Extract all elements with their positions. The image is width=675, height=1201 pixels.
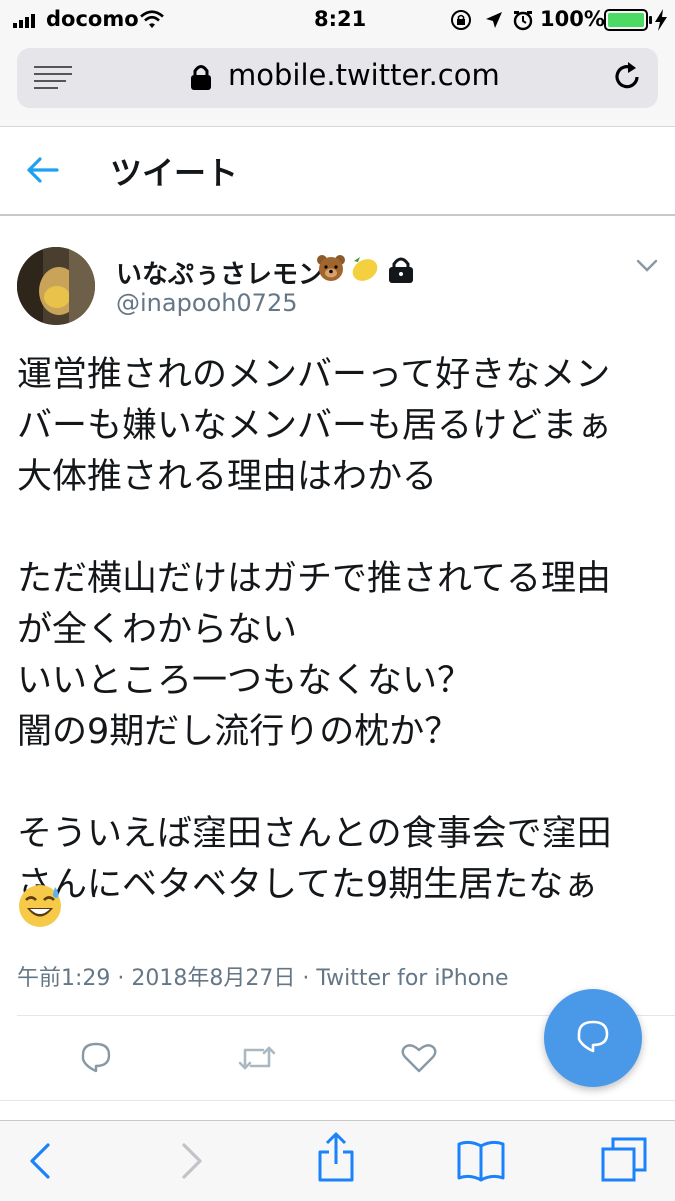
reload-icon[interactable] (611, 60, 643, 98)
battery-icon (604, 9, 654, 35)
clock: 8:21 (314, 7, 367, 31)
back-icon[interactable] (28, 1142, 52, 1184)
tweet-text: 運営推されのメンバーって好きなメン バーも嫌いなメンバーも居るけどまぁ 大体推さ… (17, 355, 613, 905)
signal-icon (13, 12, 43, 32)
battery-percent: 100% (540, 7, 605, 31)
display-name[interactable]: いなぷぅさレモン (116, 254, 324, 291)
avatar[interactable] (17, 247, 95, 325)
tweet-timestamp[interactable]: 午前1:29 · 2018年8月27日 · Twitter for iPhone (17, 960, 509, 992)
header-divider (0, 214, 675, 216)
lemon-icon (348, 253, 380, 287)
user-handle[interactable]: @inapooh0725 (116, 289, 297, 317)
alarm-icon (512, 9, 534, 35)
charging-icon (654, 9, 668, 35)
page-title: ツイート (110, 154, 239, 192)
compose-reply-icon (577, 1020, 609, 1053)
actions-divider-bottom (0, 1100, 675, 1101)
lock-icon (190, 63, 212, 95)
arrow-left-icon[interactable] (27, 156, 59, 188)
protected-lock-icon (388, 256, 414, 288)
wifi-icon (140, 10, 164, 34)
url-text[interactable]: mobile.twitter.com (228, 58, 500, 92)
reader-view-icon[interactable] (34, 64, 72, 96)
tabs-icon[interactable] (600, 1136, 648, 1186)
compose-reply-button[interactable] (544, 989, 642, 1087)
forward-icon[interactable] (180, 1142, 204, 1184)
heart-icon[interactable] (401, 1042, 437, 1078)
retweet-icon[interactable] (237, 1042, 277, 1078)
carrier-label: docomo (46, 7, 139, 31)
reply-icon[interactable] (79, 1040, 113, 1078)
share-icon[interactable] (316, 1132, 356, 1188)
sweat-smile-icon (17, 883, 63, 933)
bookmarks-icon[interactable] (456, 1138, 506, 1186)
chevron-down-icon[interactable] (636, 258, 658, 277)
location-icon (484, 10, 504, 34)
orientation-lock-icon (450, 9, 472, 35)
bear-icon (316, 253, 346, 287)
